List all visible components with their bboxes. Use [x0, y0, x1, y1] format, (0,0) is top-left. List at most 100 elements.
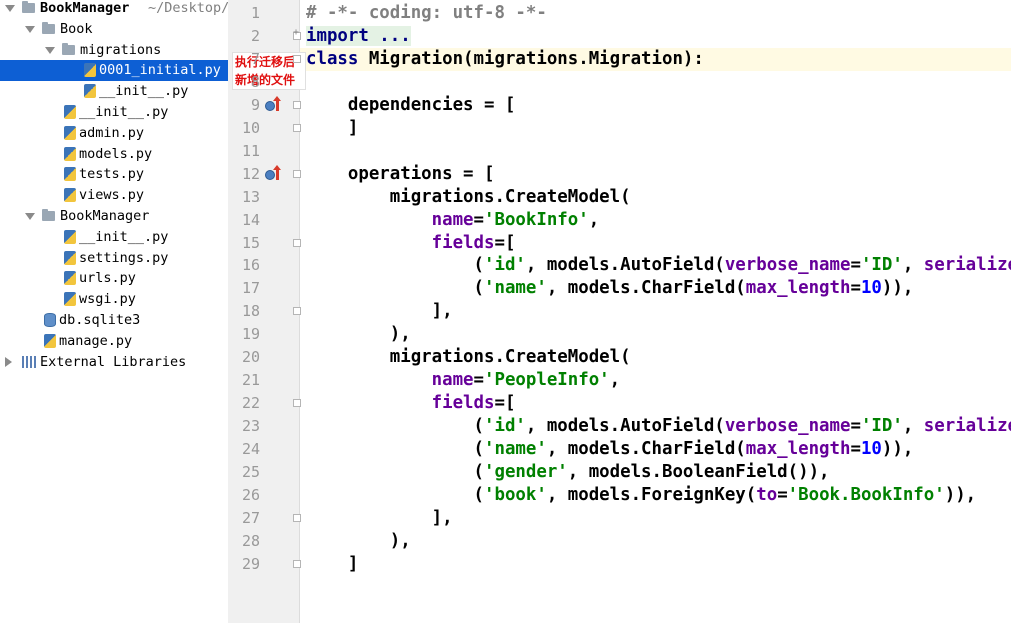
code-line: dependencies = [ [306, 94, 516, 117]
expand-arrow-icon[interactable] [5, 5, 15, 12]
code-token: import ... [306, 26, 411, 46]
fold-marker-icon[interactable] [293, 101, 301, 109]
code-token: max_length [745, 278, 851, 298]
code-token: fields [306, 393, 495, 413]
tree-file-urls[interactable]: urls.py [0, 268, 228, 289]
python-file-icon [64, 147, 76, 161]
code-token: , models.CharField( [546, 439, 746, 459]
code-line: ] [306, 553, 358, 576]
code-line: operations = [ [306, 163, 495, 186]
code-token: , models.ForeignKey( [546, 485, 757, 505]
collapse-arrow-icon[interactable] [5, 357, 12, 367]
line-number: 14 [241, 211, 260, 229]
line-number: 29 [241, 555, 260, 573]
code-line: ] [306, 117, 358, 140]
code-token: verbose_name [724, 255, 851, 275]
code-line: fields=[ [306, 232, 516, 255]
tree-file-wsgi[interactable]: wsgi.py [0, 289, 228, 310]
code-line: ], [306, 507, 453, 530]
line-number: 19 [241, 325, 260, 343]
expand-arrow-icon[interactable] [45, 47, 55, 54]
python-file-icon [64, 271, 76, 285]
tree-external-libraries[interactable]: External Libraries [0, 352, 228, 373]
code-token: ( [306, 278, 484, 298]
line-number: 28 [241, 532, 260, 550]
project-tree: BookManager ~/Desktop/Book migrations 0001_… [0, 0, 228, 623]
code-token: , models.BooleanField()), [567, 462, 830, 482]
code-line: ], [306, 300, 453, 323]
fold-marker-icon[interactable] [293, 170, 301, 178]
tree-file-tests[interactable]: tests.py [0, 164, 228, 185]
code-token: ( [306, 462, 484, 482]
tree-file-manage[interactable]: manage.py [0, 331, 228, 352]
code-token: ] [306, 554, 359, 574]
tree-file-book-init[interactable]: __init__.py [0, 102, 228, 123]
code-token: , [902, 416, 924, 436]
tree-file-migrations-init[interactable]: __init__.py [0, 81, 228, 102]
code-token: ], [306, 301, 453, 321]
override-marker-icon[interactable] [265, 96, 283, 113]
tree-item-label: views.py [79, 187, 145, 203]
tree-folder-book[interactable]: Book [0, 19, 228, 40]
fold-marker-icon[interactable] [293, 239, 301, 247]
tree-file-models[interactable]: models.py [0, 144, 228, 165]
code-line: ('gender', models.BooleanField()), [306, 461, 830, 484]
line-number: 24 [241, 440, 260, 458]
library-icon [22, 356, 36, 368]
expand-arrow-icon[interactable] [25, 213, 35, 220]
code-line: ), [306, 323, 411, 346]
tree-file-bm-init[interactable]: __init__.py [0, 227, 228, 248]
fold-marker-icon[interactable] [293, 124, 301, 132]
python-file-icon [64, 251, 76, 265]
code-token: name [306, 370, 474, 390]
fold-expand-icon[interactable] [293, 27, 301, 40]
code-token: , models.AutoField( [525, 255, 725, 275]
tree-item-label: models.py [79, 146, 153, 162]
tree-file-admin[interactable]: admin.py [0, 123, 228, 144]
code-token: ], [306, 508, 453, 528]
folder-icon [22, 1, 35, 13]
code-token: ( [306, 439, 484, 459]
tree-item-label: admin.py [79, 125, 145, 141]
code-token: =[ [494, 233, 516, 253]
code-token: 'id' [484, 416, 526, 436]
code-token: =[ [494, 393, 516, 413]
tree-file-views[interactable]: views.py [0, 185, 228, 206]
override-marker-icon[interactable] [265, 165, 283, 182]
code-token: , [588, 210, 600, 230]
database-file-icon [44, 313, 56, 327]
tree-folder-migrations[interactable]: migrations [0, 40, 228, 61]
fold-marker-icon[interactable] [293, 514, 301, 522]
line-number: 10 [241, 119, 260, 137]
line-number: 8 [250, 73, 260, 91]
line-number: 23 [241, 417, 260, 435]
fold-marker-icon[interactable] [293, 55, 301, 63]
code-token: ( [306, 485, 484, 505]
python-file-icon [64, 292, 76, 306]
fold-marker-icon[interactable] [293, 307, 301, 315]
fold-marker-icon[interactable] [293, 399, 301, 407]
tree-file-0001-initial[interactable]: 0001_initial.py [0, 60, 228, 81]
code-token: 'ID' [860, 416, 903, 436]
code-token: serialize [923, 255, 1011, 275]
fold-marker-icon[interactable] [293, 560, 301, 568]
tree-root-bookmanager[interactable]: BookManager ~/Desktop/ [0, 0, 228, 19]
code-editor[interactable]: # -*- coding: utf-8 -*- import ... class M… [300, 0, 1011, 623]
tree-item-label: Book [60, 21, 93, 37]
code-token: to [756, 485, 778, 505]
tree-folder-bookmanager[interactable]: BookManager [0, 206, 228, 227]
expand-arrow-icon[interactable] [25, 26, 35, 33]
code-token: verbose_name [724, 416, 851, 436]
code-line: ('id', models.AutoField(verbose_name='ID… [306, 415, 1011, 438]
code-line: ), [306, 530, 411, 553]
tree-file-db[interactable]: db.sqlite3 [0, 310, 228, 331]
code-line: migrations.CreateModel( [306, 346, 631, 369]
code-token: , models.AutoField( [525, 416, 725, 436]
code-token: = [777, 485, 788, 505]
tree-file-settings[interactable]: settings.py [0, 248, 228, 269]
tree-item-label: BookManager [60, 208, 150, 224]
code-token: serialize [923, 416, 1011, 436]
python-file-icon [64, 105, 76, 119]
code-line: ('name', models.CharField(max_length=10)… [306, 277, 914, 300]
tree-item-label: __init__.py [79, 229, 169, 245]
